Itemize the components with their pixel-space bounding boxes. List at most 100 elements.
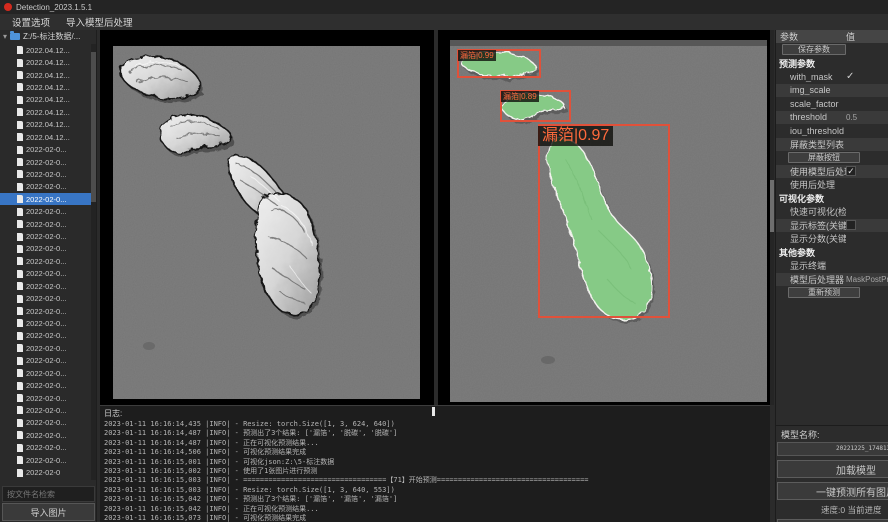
tree-item[interactable]: 2022.04.12... [0,131,91,143]
tree-item[interactable]: 2022-02-0... [0,429,91,441]
tree-item[interactable]: 2022-02-0... [0,342,91,354]
tree-item-label: 2022-02-0... [26,170,66,179]
app-window: Detection_2023.1.5.1 设置选项导入模型后处理 ▾ Z:/5-… [0,0,888,522]
tree-item[interactable]: 2022-02-0... [0,168,91,180]
file-icon [17,332,23,340]
param-section: 可视化参数 [776,192,888,206]
import-images-button[interactable]: 导入图片 [2,503,95,521]
param-row: iou_threshold [776,124,888,138]
file-icon [17,59,23,67]
tree-scrollbar-handle[interactable] [91,52,96,202]
model-name-combobox[interactable]: 20221225_174813 [777,442,888,456]
param-name: 显示标签(关键点) [776,219,846,232]
param-row: 显示终端 [776,259,888,273]
tree-item-label: 2022-02-0... [26,406,66,415]
param-value: ✓ [846,71,854,82]
tree-item[interactable]: 2022-02-0... [0,305,91,317]
tree-item[interactable]: 2022-02-0... [0,317,91,329]
param-button[interactable]: 保存参数 [782,44,846,55]
param-table-header: 参数 值 [776,30,888,43]
log-title: 日志: [104,408,766,419]
checkbox[interactable]: ✓ [846,166,856,176]
predict-all-button[interactable]: 一键预测所有图片 [777,482,888,500]
tree-item[interactable]: 2022.04.12... [0,44,91,56]
check-icon: ✓ [846,71,854,82]
tree-item-label: 2022-02-0... [26,257,66,266]
param-name: 模型后处理器 [776,273,846,286]
tree-item[interactable]: 2022-02-0... [0,181,91,193]
tree-item[interactable]: 2022-02-0... [0,230,91,242]
file-icon [17,133,23,141]
chevron-down-icon[interactable]: ▾ [3,33,7,41]
menu-item-1[interactable]: 导入模型后处理 [58,13,141,31]
log-line: 2023-01-11 16:16:15,001 |INFO| - 可视化json… [104,458,766,467]
tree-item[interactable]: 2022-02-0... [0,218,91,230]
log-line: 2023-01-11 16:16:14,435 |INFO| - Resize:… [104,420,766,429]
param-row: 使用后处理 [776,178,888,192]
tree-item[interactable]: 2022-02-0... [0,156,91,168]
prediction-image-viewer[interactable]: 漏箔|0.99 漏箔|0.89 漏箔|0.97 [438,30,770,405]
main-area: 漏箔|0.99 漏箔|0.89 漏箔|0.97 日志: 2023-01-11 1… [100,30,770,522]
param-button[interactable]: 屏蔽按钮 [788,152,860,163]
progress-status: 速度:0 当前进度 [776,504,888,516]
menu-item-0[interactable]: 设置选项 [4,13,58,31]
tree-item[interactable]: 2022.04.12... [0,106,91,118]
tree-item[interactable]: 2022-02-0... [0,330,91,342]
param-name: 显示终端 [776,259,846,272]
tree-item-label: 2022-02-0... [26,294,66,303]
tree-item[interactable]: 2022-02-0... [0,292,91,304]
tree-item[interactable]: 2022-02-0... [0,255,91,267]
tree-item[interactable]: 2022-02-0... [0,143,91,155]
file-icon [17,146,23,154]
tree-item[interactable]: 2022-02-0... [0,243,91,255]
tree-item[interactable]: 2022-02-0... [0,268,91,280]
file-icon [17,369,23,377]
tree-item[interactable]: 2022-02-0... [0,193,91,205]
tree-root-folder[interactable]: ▾ Z:/5-标注数据/... [0,30,96,43]
param-name: img_scale [776,85,846,95]
tree-item[interactable]: 2022.04.12... [0,56,91,68]
tree-item-label: 2022.04.12... [26,120,70,129]
load-model-button[interactable]: 加载模型 [777,460,888,478]
tree-item[interactable]: 2022.04.12... [0,94,91,106]
tree-item[interactable]: 2022-02-0... [0,442,91,454]
tree-item-label: 2022-02-0... [26,195,66,204]
tree-item[interactable]: 2022-02-0... [0,367,91,379]
tree-item[interactable]: 2022-02-0... [0,417,91,429]
tree-item[interactable]: 2022-02-0... [0,355,91,367]
file-icon [17,83,23,91]
param-header-value: 值 [846,30,855,43]
param-button[interactable]: 重新预测 [788,287,860,298]
search-input[interactable] [2,486,95,502]
param-value: MaskPostPro [846,275,888,284]
tree-item[interactable]: 2022.04.12... [0,119,91,131]
param-row: 快速可视化(检测) [776,205,888,219]
tree-item[interactable]: 2022-02-0... [0,404,91,416]
tree-item[interactable]: 2022.04.12... [0,69,91,81]
model-section: 模型名称: 20221225_174813 加载模型 一键预测所有图片 速度:0… [776,425,888,522]
tree-item[interactable]: 2022-02-0... [0,392,91,404]
tree-item-label: 2022-02-0... [26,431,66,440]
param-value [846,220,856,230]
splitter-grip[interactable] [432,407,435,416]
file-icon [17,270,23,278]
tree-scrollbar[interactable] [91,44,96,480]
log-panel[interactable]: 日志: 2023-01-11 16:16:14,435 |INFO| - Res… [100,405,770,522]
file-icon [17,419,23,427]
tree-item[interactable]: 2022-02-0... [0,280,91,292]
tree-item[interactable]: 2022-02-0... [0,205,91,217]
viewer-scrollbar-handle[interactable] [770,180,774,232]
checkbox[interactable] [846,220,856,230]
file-icon [17,158,23,166]
tree-item[interactable]: 2022-02-0... [0,454,91,466]
param-row: scale_factor [776,97,888,111]
file-icon [17,208,23,216]
source-image-viewer[interactable] [100,30,434,405]
tree-item[interactable]: 2022.04.12... [0,81,91,93]
tree-item[interactable]: 2022-02-0 [0,466,91,478]
tree-item-label: 2022-02-0... [26,456,66,465]
tree-item[interactable]: 2022-02-0... [0,379,91,391]
file-list: 2022.04.12...2022.04.12...2022.04.12...2… [0,44,91,480]
file-icon [17,220,23,228]
viewer-scrollbar[interactable] [770,30,774,405]
